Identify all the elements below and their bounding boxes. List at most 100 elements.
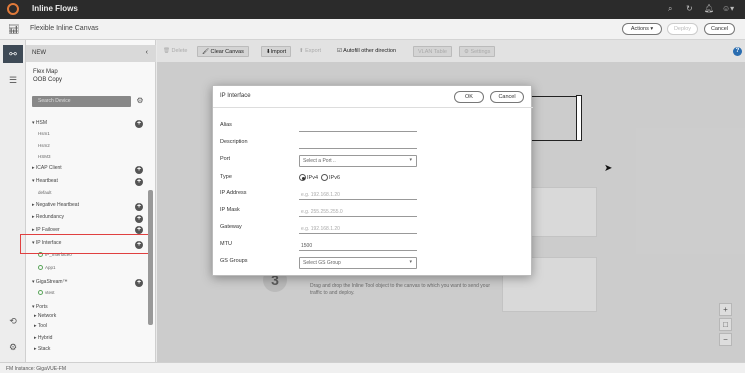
port-label: Port bbox=[220, 156, 231, 162]
search-icon[interactable]: ⌕ bbox=[668, 4, 672, 14]
chart-icon[interactable]: 📊︎ bbox=[8, 24, 19, 35]
left-rail: ⚯ ☰ ⟲ ⚙ bbox=[0, 40, 26, 362]
user-icon[interactable]: ☺▾ bbox=[722, 4, 734, 13]
gateway-label: Gateway bbox=[220, 224, 242, 230]
tree-heartbeat[interactable]: ▾ Heartbeat bbox=[32, 178, 58, 184]
device-search-input[interactable]: Search Device bbox=[32, 96, 131, 107]
tree-redundancy[interactable]: ▸ Redundancy bbox=[32, 214, 64, 220]
inventory-nav-icon[interactable]: ☰ bbox=[3, 71, 23, 89]
tree-hsm1[interactable]: Hsm1 bbox=[38, 131, 50, 136]
ipv4-label: IPv4 bbox=[307, 174, 319, 181]
history-nav-icon[interactable]: ⟲ bbox=[3, 312, 23, 330]
page-title: Flexible Inline Canvas bbox=[30, 25, 99, 32]
add-negative-heartbeat-button[interactable]: + bbox=[135, 203, 143, 211]
description-label: Description bbox=[220, 139, 248, 145]
page-header: 📊︎ Flexible Inline Canvas Actions ▾ Depl… bbox=[0, 19, 745, 40]
tree-hsm3[interactable]: HSM3 bbox=[38, 154, 51, 159]
settings-button[interactable]: ⚙ Settings bbox=[459, 46, 496, 57]
chevron-left-icon[interactable]: ‹ bbox=[146, 49, 148, 56]
app-logo-icon[interactable] bbox=[7, 3, 19, 15]
device-sidebar: NEW ‹ Flex Map OOB Copy Search Device ⚙ … bbox=[26, 40, 156, 362]
actions-button[interactable]: Actions ▾ bbox=[622, 23, 662, 35]
ip-address-input[interactable]: e.g. 192.168.1.20 bbox=[299, 190, 417, 200]
tree-icap-client[interactable]: ▸ ICAP Client bbox=[32, 165, 62, 171]
deploy-button[interactable]: Deploy bbox=[667, 23, 698, 35]
status-footer: FM Instance: GigaVUE-FM bbox=[0, 362, 745, 373]
ipv6-label: IPv6 bbox=[329, 174, 341, 181]
connector-line bbox=[532, 140, 580, 141]
radio-unselected-icon bbox=[321, 174, 328, 181]
radio-selected-icon bbox=[299, 174, 306, 181]
gs-groups-select-value: Select GS Group bbox=[303, 260, 341, 266]
sidebar-scrollbar[interactable] bbox=[148, 190, 153, 325]
ipv4-radio[interactable]: IPv4 bbox=[299, 174, 318, 181]
export-button[interactable]: ⬆ Export bbox=[295, 46, 325, 57]
cancel-button[interactable]: Cancel bbox=[704, 23, 735, 35]
mtu-label: MTU bbox=[220, 241, 232, 247]
ip-mask-input[interactable]: e.g. 255.255.255.0 bbox=[299, 207, 417, 217]
vtest-label: vtest bbox=[45, 290, 55, 295]
gear-icon[interactable]: ⚙ bbox=[134, 96, 146, 107]
flows-nav-icon[interactable]: ⚯ bbox=[3, 45, 23, 63]
ip-address-label: IP Address bbox=[220, 190, 247, 196]
caret-down-icon: ▾ bbox=[409, 259, 412, 265]
add-icap-button[interactable]: + bbox=[135, 166, 143, 174]
dialog-cancel-button[interactable]: Cancel bbox=[490, 91, 524, 103]
app1-label: App1 bbox=[45, 265, 56, 270]
mtu-input[interactable]: 1500 bbox=[299, 241, 417, 251]
add-redundancy-button[interactable]: + bbox=[135, 215, 143, 223]
bell-icon[interactable]: 🔔︎ bbox=[704, 4, 714, 13]
tree-hybrid[interactable]: ▸ Hybrid bbox=[34, 335, 52, 341]
ok-button[interactable]: OK bbox=[454, 91, 484, 103]
port-block bbox=[576, 95, 582, 141]
ipv6-radio[interactable]: IPv6 bbox=[321, 174, 340, 181]
alias-input[interactable] bbox=[299, 122, 417, 132]
vlan-table-button[interactable]: VLAN Table bbox=[413, 46, 452, 57]
tree-hsm2[interactable]: Hsm2 bbox=[38, 143, 50, 148]
tree-hsm[interactable]: ▾ HSM bbox=[32, 120, 47, 126]
add-gigastream-button[interactable]: + bbox=[135, 279, 143, 287]
tree-negative-heartbeat[interactable]: ▸ Negative Heartbeat bbox=[32, 202, 79, 208]
gs-groups-select[interactable]: Select GS Group ▾ bbox=[299, 257, 417, 269]
connector-line bbox=[532, 96, 580, 97]
add-heartbeat-button[interactable]: + bbox=[135, 178, 143, 186]
gateway-input[interactable]: e.g. 192.168.1.20 bbox=[299, 224, 417, 234]
tree-gigastream[interactable]: ▾ GigaStream™ bbox=[32, 279, 68, 285]
add-ip-failover-button[interactable]: + bbox=[135, 226, 143, 234]
tree-default[interactable]: default bbox=[38, 190, 52, 195]
settings-nav-icon[interactable]: ⚙ bbox=[3, 338, 23, 356]
tree-app1[interactable]: App1 bbox=[38, 265, 56, 271]
type-label: Type bbox=[220, 174, 232, 180]
dialog-title: IP Interface bbox=[220, 93, 251, 99]
map-info: Flex Map OOB Copy bbox=[33, 68, 62, 84]
autofill-checkbox[interactable]: ☑ Autofill other direction bbox=[333, 46, 400, 57]
tree-network[interactable]: ▸ Network bbox=[34, 313, 56, 319]
map-copy: OOB Copy bbox=[33, 77, 63, 83]
ip-interface-dialog: IP Interface OK Cancel Alias Description… bbox=[212, 85, 533, 276]
import-button[interactable]: ⬇Import bbox=[261, 46, 292, 57]
tree-tool[interactable]: ▸ Tool bbox=[34, 323, 47, 329]
delete-button[interactable]: 🗑 Delete bbox=[159, 46, 191, 57]
port-select-value: Select a Port .. bbox=[303, 158, 336, 164]
add-hsm-button[interactable]: + bbox=[135, 120, 143, 128]
top-bar: Inline Flows ⌕ ↻ 🔔︎ ☺▾ bbox=[0, 0, 745, 19]
refresh-icon[interactable]: ↻ bbox=[686, 4, 693, 13]
map-name: Flex Map bbox=[33, 69, 58, 75]
tree-stack[interactable]: ▸ Stack bbox=[34, 346, 50, 352]
description-input[interactable] bbox=[299, 139, 417, 149]
dialog-header: IP Interface OK Cancel bbox=[213, 86, 533, 108]
clear-canvas-button[interactable]: 🖌 Clear Canvas bbox=[197, 46, 249, 57]
port-select[interactable]: Select a Port .. ▾ bbox=[299, 155, 417, 167]
help-icon[interactable]: ? bbox=[733, 47, 742, 56]
tree-ip-failover[interactable]: ▸ IP Failover bbox=[32, 227, 60, 233]
new-label: NEW bbox=[32, 50, 46, 56]
canvas-toolbar: 🗑 Delete 🖌 Clear Canvas ⬇Import ⬆ Export… bbox=[157, 40, 745, 62]
caret-down-icon: ▾ bbox=[409, 157, 412, 163]
app-title: Inline Flows bbox=[32, 4, 78, 13]
status-dot-icon bbox=[38, 290, 43, 296]
gs-groups-label: GS Groups bbox=[220, 258, 248, 264]
status-dot-icon bbox=[38, 265, 43, 271]
sidebar-new-header[interactable]: NEW ‹ bbox=[26, 45, 156, 62]
tree-ports[interactable]: ▾ Ports bbox=[32, 304, 48, 310]
tree-vtest[interactable]: vtest bbox=[38, 290, 55, 296]
